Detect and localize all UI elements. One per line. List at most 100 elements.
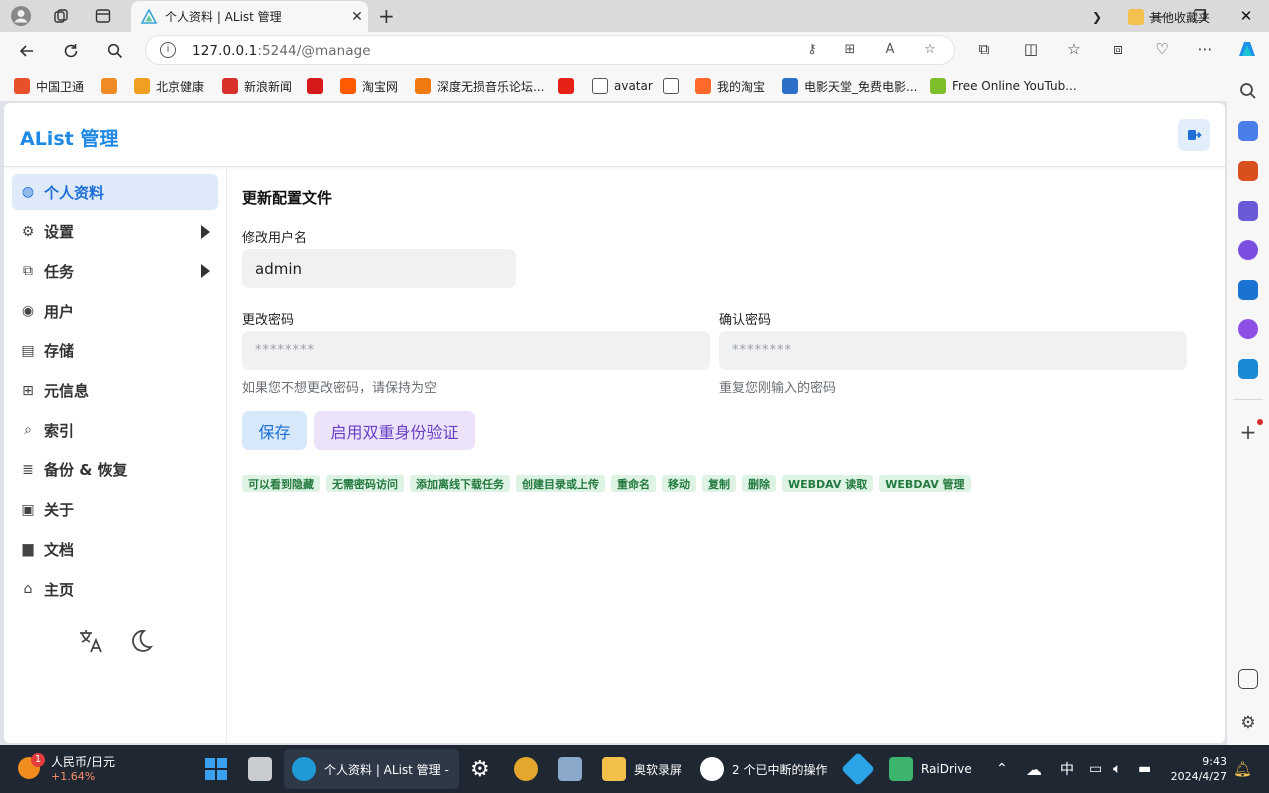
taskbar-recorder[interactable]: 奥软录屏 bbox=[602, 757, 682, 781]
sidebar-item-1[interactable]: ⚙ 设置 bbox=[12, 214, 218, 250]
url-text[interactable]: 127.0.0.1:5244/@manage bbox=[192, 43, 371, 59]
read-aloud-icon[interactable]: A bbox=[880, 42, 900, 60]
refresh-icon[interactable] bbox=[58, 38, 84, 64]
bookmark-label: avatar bbox=[614, 79, 653, 93]
show-hidden-icons[interactable]: ⌃ bbox=[996, 757, 1008, 781]
network-icon[interactable]: ▭ bbox=[1089, 757, 1102, 781]
sidebar-item-6[interactable]: ⌕ 索引 bbox=[12, 412, 218, 448]
site-info-icon[interactable]: i bbox=[160, 42, 176, 58]
bookmark-favicon-icon bbox=[222, 78, 238, 94]
more-menu-icon[interactable]: ⋯ bbox=[1193, 40, 1217, 58]
bookmark-item[interactable]: 北京健康 bbox=[134, 77, 204, 95]
taskbar-settings[interactable]: ⚙ bbox=[470, 756, 490, 782]
password-key-icon[interactable]: ⚷ bbox=[802, 42, 822, 60]
bookmark-item[interactable] bbox=[558, 77, 580, 95]
language-icon[interactable] bbox=[76, 626, 106, 656]
other-bookmarks-folder[interactable]: 其他收藏夹 bbox=[1128, 8, 1210, 26]
logout-button[interactable] bbox=[1178, 119, 1210, 151]
battery-icon[interactable]: ▬ bbox=[1138, 757, 1151, 781]
sidebar-item-2[interactable]: ⧉ 任务 bbox=[12, 253, 218, 289]
sidebar-item-4[interactable]: ▤ 存储 bbox=[12, 333, 218, 369]
favorite-star-icon[interactable]: ☆ bbox=[920, 42, 940, 60]
favorites-icon[interactable]: ☆ bbox=[1062, 40, 1086, 58]
password-input[interactable]: ******** bbox=[242, 331, 710, 370]
volume-icon[interactable]: 🔈︎ bbox=[1113, 757, 1121, 781]
taskbar-app-2[interactable] bbox=[514, 757, 538, 781]
sidebar-item-label: 用户 bbox=[44, 302, 75, 321]
ime-indicator[interactable]: 中 bbox=[1060, 757, 1074, 781]
sidebar-item-9[interactable]: ▆ 文档 bbox=[12, 531, 218, 567]
new-tab-icon[interactable]: + bbox=[378, 4, 395, 28]
collections-icon[interactable]: ⧈ bbox=[1106, 40, 1130, 58]
taskbar-raidrive[interactable]: RaiDrive bbox=[889, 757, 972, 781]
extensions-icon[interactable]: ⧉ bbox=[972, 40, 996, 58]
expand-caret-icon[interactable] bbox=[201, 264, 210, 279]
permission-badge: 删除 bbox=[742, 475, 776, 492]
workspaces-icon[interactable] bbox=[48, 4, 74, 28]
sidebar-item-7[interactable]: ≣ 备份 & 恢复 bbox=[12, 452, 218, 488]
system-clock[interactable]: 9:43 2024/4/27 bbox=[1171, 754, 1227, 784]
search-icon[interactable] bbox=[102, 38, 128, 64]
bookmark-item[interactable]: 电影天堂_免费电影... bbox=[782, 77, 917, 95]
sidebar-item-3[interactable]: ◉ 用户 bbox=[12, 293, 218, 329]
copilot-icon[interactable] bbox=[1235, 39, 1259, 61]
taskbar-clock-app[interactable]: 2 个已中断的操作 bbox=[700, 757, 827, 781]
confirm-password-input[interactable]: ******** bbox=[719, 331, 1187, 370]
permission-badge: 创建目录或上传 bbox=[516, 475, 605, 492]
close-tab-icon[interactable]: ✕ bbox=[346, 9, 368, 25]
brand-title[interactable]: AList 管理 bbox=[20, 124, 118, 151]
tab-alist[interactable]: 个人资料 | AList 管理 ✕ bbox=[131, 1, 368, 32]
bookmark-item[interactable]: Free Online YouTub... bbox=[930, 77, 1077, 95]
sidebar-search-icon[interactable] bbox=[1238, 81, 1258, 101]
sidebar-send-icon[interactable] bbox=[1238, 359, 1258, 379]
sidebar-designer-icon[interactable] bbox=[1238, 319, 1258, 339]
bookmark-item[interactable]: 中国卫通 bbox=[14, 77, 84, 95]
sidebar-shopping-icon[interactable] bbox=[1238, 121, 1258, 141]
save-button[interactable]: 保存 bbox=[242, 411, 307, 450]
browser-essentials-icon[interactable]: ♡ bbox=[1150, 40, 1174, 58]
tab-actions-icon[interactable] bbox=[90, 4, 116, 28]
notification-bell-icon[interactable]: 🔔︎ bbox=[1233, 757, 1252, 781]
taskbar-app-3[interactable] bbox=[558, 757, 582, 781]
bookmark-item[interactable]: 新浪新闻 bbox=[222, 77, 292, 95]
admin-sidebar: ◍ 个人资料 ⚙ 设置 ⧉ 任务 ◉ 用户 ▤ 存储 ⊞ 元信息 ⌕ 索引 ≣ 备份 & 恢复 ▣ 关于 ▆ 文档 ⌂ 主… bbox=[4, 168, 227, 743]
sidebar-outlook-icon[interactable] bbox=[1238, 280, 1258, 300]
dark-mode-icon[interactable] bbox=[126, 626, 156, 656]
sidebar-screenshot-icon[interactable] bbox=[1238, 669, 1258, 689]
sidebar-item-8[interactable]: ▣ 关于 bbox=[12, 492, 218, 528]
start-button[interactable] bbox=[204, 757, 228, 781]
apps-icon[interactable]: ⊞ bbox=[840, 42, 860, 60]
bookmark-item[interactable]: avatar bbox=[592, 77, 653, 95]
address-bar[interactable]: i 127.0.0.1:5244/@manage ⚷ ⊞ A ☆ bbox=[145, 35, 955, 65]
sidebar-item-0[interactable]: ◍ 个人资料 bbox=[12, 174, 218, 210]
expand-caret-icon[interactable] bbox=[201, 224, 210, 239]
back-icon[interactable] bbox=[14, 38, 40, 64]
database-icon: ▤ bbox=[21, 342, 35, 359]
bookmark-item[interactable] bbox=[663, 77, 685, 95]
sidebar-item-5[interactable]: ⊞ 元信息 bbox=[12, 373, 218, 409]
taskbar-edge[interactable]: 个人资料 | AList 管理 - bbox=[292, 757, 449, 781]
bookmark-item[interactable]: 淘宝网 bbox=[340, 77, 398, 95]
username-input[interactable]: admin bbox=[242, 249, 516, 288]
sidebar-item-label: 索引 bbox=[44, 421, 75, 440]
taskbar-app-4[interactable] bbox=[841, 752, 875, 786]
split-screen-icon[interactable]: ◫ bbox=[1019, 40, 1043, 58]
enable-2fa-button[interactable]: 启用双重身份验证 bbox=[314, 411, 475, 450]
bookmark-item[interactable]: 我的淘宝 bbox=[695, 77, 765, 95]
sidebar-item-10[interactable]: ⌂ 主页 bbox=[12, 571, 218, 607]
bookmark-item[interactable]: 深度无损音乐论坛... bbox=[415, 77, 544, 95]
sidebar-tools-icon[interactable] bbox=[1238, 161, 1258, 181]
profile-icon[interactable] bbox=[8, 4, 34, 28]
sidebar-settings-icon[interactable]: ⚙ bbox=[1238, 713, 1258, 733]
close-window-icon[interactable]: ✕ bbox=[1226, 4, 1266, 28]
sidebar-add-icon[interactable]: + bbox=[1238, 422, 1258, 442]
bookmark-item[interactable] bbox=[101, 77, 123, 95]
settings-gear-icon: ⚙ bbox=[470, 756, 490, 782]
sidebar-copilot-icon[interactable] bbox=[1238, 240, 1258, 260]
app-icon bbox=[841, 752, 875, 786]
task-view-button[interactable] bbox=[248, 757, 272, 781]
bookmark-item[interactable] bbox=[307, 77, 329, 95]
onedrive-icon[interactable]: ☁ bbox=[1026, 757, 1042, 781]
sidebar-games-icon[interactable] bbox=[1238, 201, 1258, 221]
bookmarks-overflow-icon[interactable]: ❯ bbox=[1092, 8, 1102, 26]
